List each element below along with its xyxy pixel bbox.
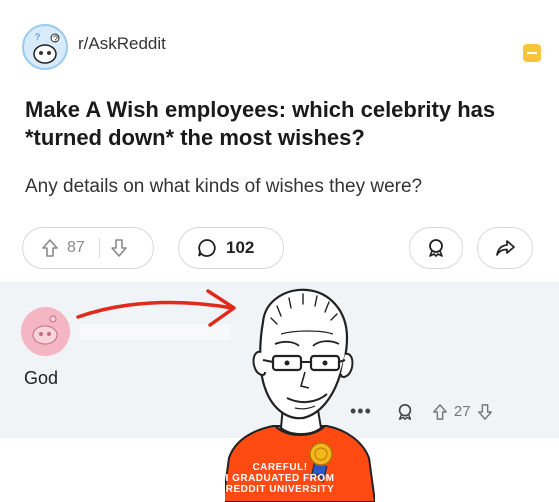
shirt-line: REDDIT UNIVERSITY [225,484,335,495]
shirt-line: CAREFUL! [252,462,308,473]
shirt-slogan: CAREFUL! I GRADUATED FROM REDDIT UNIVERS… [200,462,360,495]
shirt-line: I GRADUATED FROM [225,473,335,484]
